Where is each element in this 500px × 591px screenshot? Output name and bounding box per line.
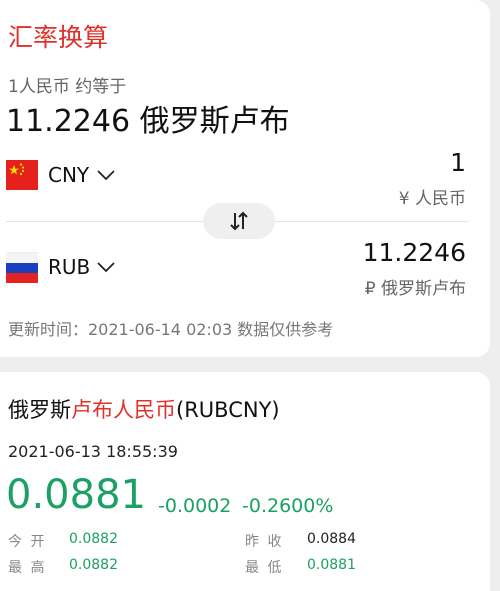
rate-result: 11.2246 俄罗斯卢布 (6, 104, 290, 139)
quote-price: 0.0881 (6, 472, 146, 518)
open-label: 今 开 (8, 534, 47, 550)
converter-card: 汇率换算 1人民币 约等于 11.2246 俄罗斯卢布 CNY 1 ¥ 人民币 … (0, 0, 490, 357)
swap-button[interactable] (203, 203, 275, 239)
pair-title[interactable]: 俄罗斯卢布人民币(RUBCNY) (8, 394, 280, 424)
from-currency-code[interactable]: CNY (48, 163, 89, 187)
russia-flag-icon[interactable] (6, 252, 38, 283)
pair-title-suffix: (RUBCNY) (176, 398, 280, 422)
pair-title-prefix: 俄罗斯 (8, 398, 71, 422)
open-value: 0.0882 (69, 531, 118, 547)
high-label: 最 高 (8, 560, 47, 576)
quote-datetime: 2021-06-13 18:55:39 (8, 442, 178, 461)
update-time: 更新时间：2021-06-14 02:03 数据仅供参考 (8, 320, 334, 339)
swap-arrows-icon (230, 211, 248, 231)
to-currency-code[interactable]: RUB (48, 255, 90, 279)
quote-change: -0.0002 (158, 495, 232, 517)
prev-close-label: 昨 收 (245, 534, 284, 550)
to-currency-name: ₽ 俄罗斯卢布 (364, 279, 466, 299)
low-value: 0.0881 (307, 557, 356, 573)
china-flag-icon[interactable] (6, 160, 38, 190)
low-label: 最 低 (245, 560, 284, 576)
high-value: 0.0882 (69, 557, 118, 573)
from-amount[interactable]: 1 (450, 148, 466, 177)
rate-subtitle: 1人民币 约等于 (8, 77, 127, 97)
page-title: 汇率换算 (8, 23, 109, 52)
to-amount[interactable]: 11.2246 (363, 238, 466, 267)
pair-title-highlight: 卢布人民币 (71, 398, 176, 422)
chevron-down-icon[interactable] (96, 169, 116, 181)
prev-close-value: 0.0884 (307, 531, 356, 547)
chevron-down-icon[interactable] (96, 261, 116, 273)
from-currency-name: ¥ 人民币 (398, 189, 466, 209)
quote-change-percent: -0.2600% (242, 495, 334, 517)
